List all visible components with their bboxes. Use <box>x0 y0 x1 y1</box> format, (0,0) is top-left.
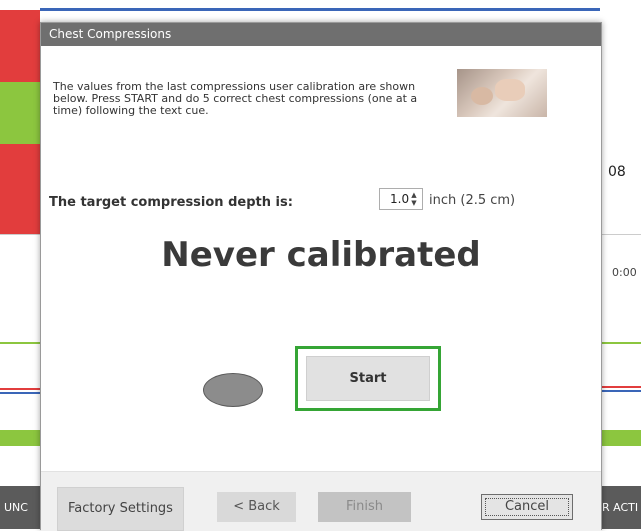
background-line-red <box>600 386 641 388</box>
chest-compressions-dialog: Chest Compressions The values from the l… <box>40 22 602 531</box>
background-status-red <box>0 10 40 82</box>
background-line-red <box>0 388 40 390</box>
cpr-photo <box>457 69 547 117</box>
start-highlight: Start <box>295 346 441 411</box>
background-status-green <box>0 82 40 144</box>
background-line-green <box>0 342 40 344</box>
target-depth-label: The target compression depth is: <box>49 195 293 210</box>
back-button[interactable]: < Back <box>217 492 296 522</box>
background-line-green <box>600 342 641 344</box>
photo-hands <box>495 79 525 101</box>
background-header-line <box>40 8 600 11</box>
background-status-red <box>0 144 40 178</box>
depth-value[interactable]: 1.0 <box>390 192 409 206</box>
photo-head <box>471 87 493 105</box>
background-right-button[interactable]: R ACTI <box>600 486 641 529</box>
background-status-red <box>0 178 40 234</box>
factory-settings-button[interactable]: Factory Settings <box>57 487 184 531</box>
calibration-status: Never calibrated <box>161 235 481 275</box>
finish-button[interactable]: Finish <box>318 492 411 522</box>
depth-unit-label: inch (2.5 cm) <box>429 193 516 208</box>
cancel-focus-ring <box>485 498 569 516</box>
background-reading: 08 <box>608 164 626 180</box>
background-left-button[interactable]: UNC <box>0 486 40 529</box>
background-line-blue <box>600 390 641 392</box>
background-bar-green <box>600 430 641 446</box>
start-button[interactable]: Start <box>306 356 430 401</box>
dialog-footer: Factory Settings < Back Finish Cancel <box>41 471 601 531</box>
spinner-arrows-icon[interactable]: ▲ ▼ <box>409 191 419 207</box>
instructions-text: The values from the last compressions us… <box>53 80 418 117</box>
background-time: 0:00 <box>612 266 637 279</box>
background-line-blue <box>0 392 40 394</box>
dialog-title: Chest Compressions <box>41 23 601 46</box>
background-bar-green <box>0 430 40 446</box>
cancel-button[interactable]: Cancel <box>481 494 573 520</box>
compression-indicator <box>203 373 263 407</box>
depth-spinner[interactable]: 1.0 ▲ ▼ <box>379 188 423 210</box>
